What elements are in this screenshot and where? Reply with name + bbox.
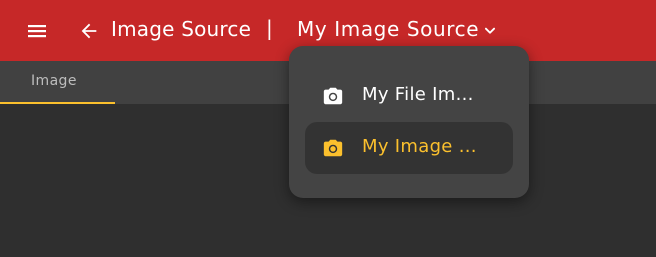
page-title: Image Source [111,17,252,41]
app-window: Image Source | My Image Source Image My … [0,0,656,257]
tab-image[interactable]: Image [0,61,115,104]
tab-image-label: Image [31,73,77,89]
menu-button[interactable] [26,21,48,41]
camera-icon [323,139,343,157]
chevron-down-icon [485,27,496,34]
hamburger-menu-icon [28,25,46,38]
source-selector-label: My Image Source [297,17,480,41]
source-selector[interactable]: My Image Source [297,17,497,41]
back-button[interactable] [78,20,100,42]
dropdown-item-my-image-source[interactable]: My Image ... [305,122,513,174]
source-dropdown-menu: My File Im... My Image ... [289,46,529,198]
camera-icon [323,87,343,105]
dropdown-item-label: My File Im... [362,84,474,105]
title-separator: | [266,16,273,40]
dropdown-item-my-file-image[interactable]: My File Im... [305,70,513,122]
arrow-left-icon [81,23,97,39]
dropdown-item-label: My Image ... [362,136,477,157]
